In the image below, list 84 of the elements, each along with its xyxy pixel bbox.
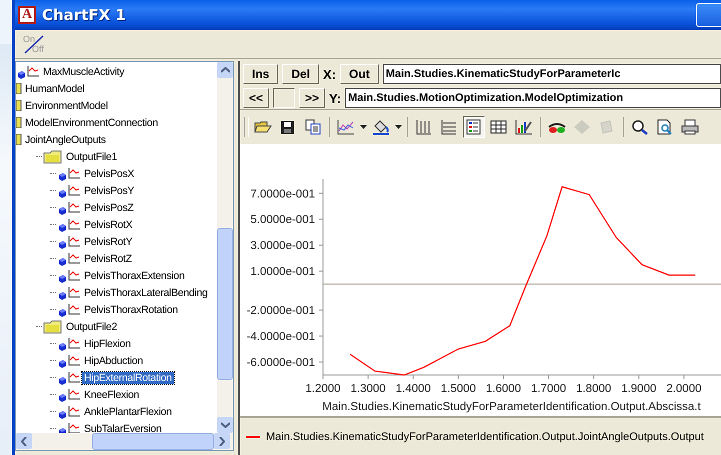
x-tick-label: 1.7000 — [530, 383, 566, 395]
tree-item[interactable]: OutputFile2 — [64, 320, 119, 332]
folder-icon — [16, 117, 22, 128]
folder-icon — [16, 134, 22, 145]
insert-button[interactable]: Ins — [243, 64, 278, 84]
series-icon — [57, 184, 81, 198]
chevron-right-icon[interactable] — [219, 436, 225, 446]
window-title: ChartFX 1 — [42, 6, 127, 24]
tree-item[interactable]: HipFlexion — [82, 338, 133, 350]
app-icon: A — [18, 6, 36, 24]
tree-item[interactable]: PelvisThoraxLateralBending — [82, 286, 210, 298]
legend-icon[interactable] — [463, 116, 485, 138]
y-field[interactable]: Main.Studies.MotionOptimization.ModelOptimization — [345, 88, 721, 108]
tree-item[interactable]: HumanModel — [23, 82, 86, 94]
y-tick-label: 7.0000e-001 — [250, 188, 315, 200]
dropdown-arrow-icon[interactable] — [360, 125, 367, 129]
series-icon — [57, 354, 81, 368]
tree-item[interactable]: PelvisRotY — [82, 236, 134, 248]
chevron-left-icon[interactable] — [21, 436, 27, 446]
series-icon — [57, 268, 81, 282]
x-tick-label: 1.3000 — [350, 383, 386, 395]
y-tick-label: -6.0000e-001 — [246, 357, 315, 370]
x-tick-label: 1.2000 — [305, 383, 341, 395]
series-icon — [57, 370, 81, 384]
tree-item[interactable]: ModelEnvironmentConnection — [23, 116, 160, 128]
tree-item[interactable]: PelvisRotX — [82, 218, 134, 230]
tree-item[interactable]: PelvisRotZ — [82, 252, 134, 264]
chevron-up-icon[interactable] — [220, 67, 230, 73]
series-icon — [57, 252, 81, 266]
chevron-down-icon[interactable] — [220, 422, 230, 428]
x-tick-label: 2.0000 — [666, 383, 702, 395]
folder-icon — [16, 83, 22, 94]
legend-label: Main.Studies.KinematicStudyForParameterIdentification.Output.JointAngleOutputs.Output — [266, 430, 704, 442]
tree-item[interactable]: HipAbduction — [82, 354, 145, 366]
series-icon — [57, 388, 81, 402]
folder-icon — [43, 320, 63, 334]
x-tick-label: 1.5000 — [440, 383, 476, 395]
series-icon — [57, 404, 81, 418]
y-tick-label: -4.0000e-001 — [246, 331, 315, 344]
x-tick-label: 1.8000 — [576, 383, 612, 395]
horizontal-scrollbar[interactable] — [16, 433, 233, 450]
series-icon — [57, 286, 81, 300]
series-icon — [57, 336, 81, 350]
tree-item[interactable]: AnklePlantarFlexion — [82, 406, 174, 418]
tree-item[interactable]: PelvisThoraxExtension — [82, 270, 186, 282]
series-icon — [57, 302, 81, 316]
window-button[interactable] — [696, 3, 721, 27]
series-icon — [57, 218, 81, 232]
y-tick-label: 3.0000e-001 — [250, 240, 315, 252]
x-label: X: — [323, 66, 336, 82]
x-tick-label: 1.6000 — [486, 383, 522, 395]
tree-item[interactable]: SubTalarEversion — [82, 422, 164, 433]
tree-item[interactable]: PelvisPosZ — [82, 202, 136, 214]
delete-button[interactable]: Del — [282, 64, 320, 84]
series-icon — [57, 166, 81, 180]
tree-item[interactable]: PelvisPosY — [82, 184, 136, 196]
tree-item[interactable]: PelvisPosX — [82, 168, 136, 180]
previous-button[interactable]: << — [243, 88, 270, 108]
next-button[interactable]: >> — [299, 88, 326, 108]
dropdown-arrow-icon[interactable] — [395, 125, 402, 129]
series-icon — [16, 64, 40, 78]
vertical-scrollbar[interactable] — [217, 62, 233, 433]
series-icon — [57, 200, 81, 214]
y-tick-label: 1.0000e-001 — [250, 266, 315, 278]
tree-item[interactable]: HipExternalRotation — [82, 372, 174, 384]
folder-icon — [43, 150, 63, 164]
x-tick-label: 1.9000 — [621, 383, 656, 395]
legend-line-icon — [246, 436, 260, 438]
tree-item[interactable]: OutputFile1 — [64, 150, 119, 162]
out-button[interactable]: Out — [340, 64, 379, 84]
x-tick-label: 1.4000 — [396, 383, 431, 395]
tree-item[interactable]: KneeFlexion — [82, 388, 142, 400]
tree-item[interactable]: EnvironmentModel — [23, 100, 110, 112]
series-icon — [57, 234, 81, 248]
y-tick-label: -2.0000e-001 — [246, 305, 315, 318]
page-field[interactable] — [273, 88, 296, 108]
folder-icon — [16, 100, 22, 111]
x-field[interactable]: Main.Studies.KinematicStudyForParameterIc — [382, 64, 721, 84]
tree-item[interactable]: JointAngleOutputs — [23, 134, 108, 146]
y-tick-label: 5.0000e-001 — [250, 214, 315, 226]
tree-item[interactable]: MaxMuscleActivity — [41, 66, 126, 78]
x-axis-title: Main.Studies.KinematicStudyForParameterIdentification.Output.Abscissa.t — [322, 401, 701, 413]
y-label: Y: — [329, 90, 342, 106]
tree-item[interactable]: PelvisThoraxRotation — [82, 304, 180, 316]
